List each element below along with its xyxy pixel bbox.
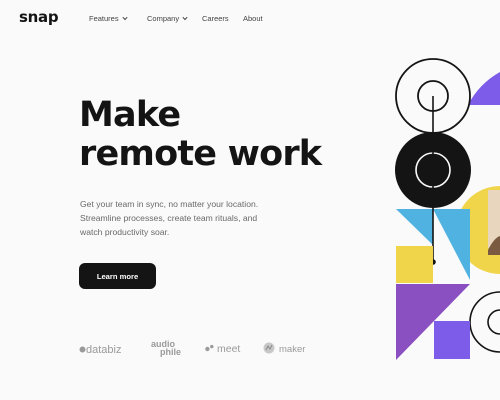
hero-headline: Make remote work — [79, 95, 322, 174]
hero-description: Get your team in sync, no matter your lo… — [80, 197, 320, 239]
hero-headline-line1: Make — [79, 95, 181, 135]
outline-circles-shape — [469, 291, 500, 353]
hero-description-line: Get your team in sync, no matter your lo… — [80, 199, 259, 209]
purple-square-shape — [434, 321, 470, 359]
top-nav: snap Features Company Careers About — [0, 0, 500, 36]
meet-logo-icon — [205, 343, 214, 355]
nav-features-label: Features — [89, 14, 119, 23]
client-maker: maker — [263, 342, 305, 357]
client-meet: meet — [205, 343, 240, 355]
hero-illustration — [395, 58, 500, 360]
client-databiz-name: databiz — [86, 344, 122, 356]
nav-about-label: About — [243, 14, 263, 23]
client-audiophile-line2: phile — [160, 347, 182, 357]
client-audiophile: audio phile — [151, 340, 182, 357]
client-meet-name: meet — [217, 343, 241, 355]
hero-description-line: watch productivity soar. — [80, 227, 170, 237]
hero-description-line: Streamline processes, create team ritual… — [80, 213, 258, 223]
learn-more-button[interactable]: Learn more — [79, 263, 156, 289]
blue-triangle-shape — [396, 209, 433, 245]
nav-about[interactable]: About — [243, 14, 263, 23]
brand-logo[interactable]: snap — [19, 8, 59, 26]
yellow-square-shape — [396, 246, 433, 283]
nav-company[interactable]: Company — [147, 14, 188, 23]
nav-careers-label: Careers — [202, 14, 229, 23]
nav-company-label: Company — [147, 14, 180, 23]
purple-arc-shape — [468, 72, 500, 105]
chevron-down-icon — [122, 16, 128, 21]
nav-careers[interactable]: Careers — [202, 14, 229, 23]
blue-triangle-shape-2 — [433, 209, 470, 280]
databiz-logo-icon — [79, 344, 86, 356]
nav-features[interactable]: Features — [89, 14, 128, 23]
chevron-down-icon — [182, 16, 188, 21]
hero-headline-line2: remote work — [79, 134, 322, 174]
maker-logo-icon — [263, 342, 275, 357]
client-maker-name: maker — [279, 344, 306, 355]
client-databiz: databiz — [79, 344, 121, 356]
